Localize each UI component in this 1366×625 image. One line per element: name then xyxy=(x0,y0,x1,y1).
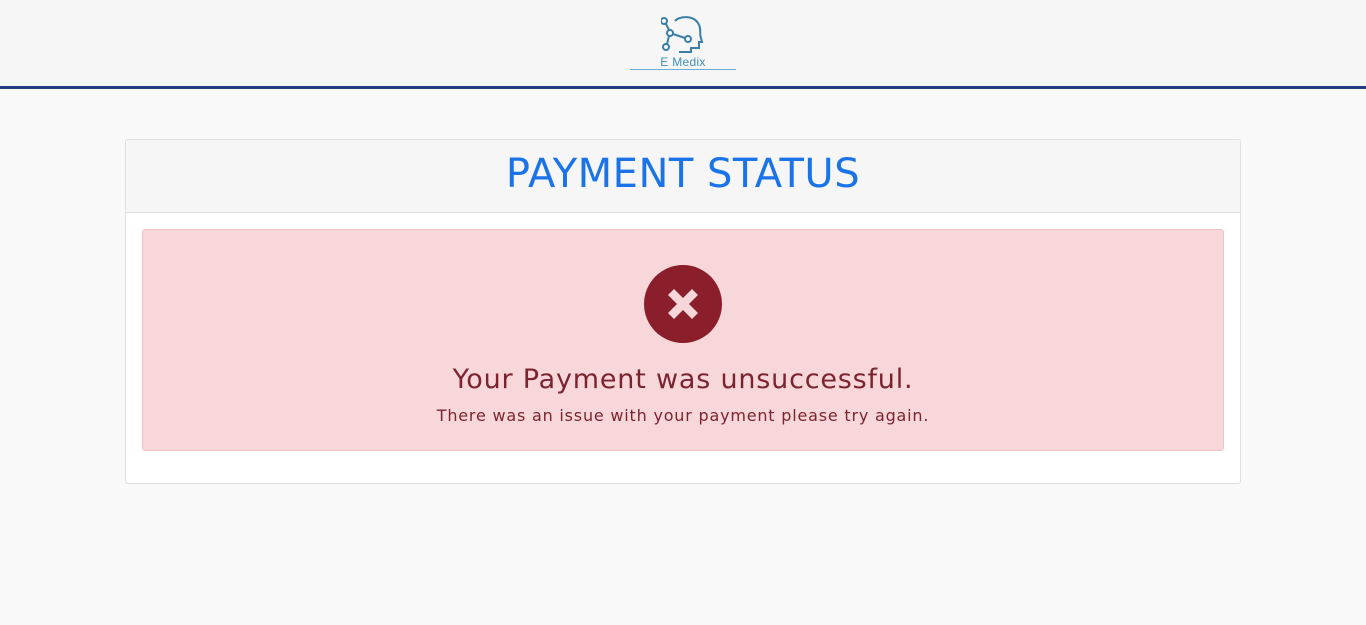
emedix-logo[interactable]: E Medix xyxy=(629,15,737,71)
card-header: PAYMENT STATUS xyxy=(126,140,1240,213)
alert-heading: Your Payment was unsuccessful. xyxy=(452,364,914,395)
alert-message: There was an issue with your payment ple… xyxy=(436,406,930,425)
page-title: PAYMENT STATUS xyxy=(505,151,861,197)
payment-error-alert: Your Payment was unsuccessful. There was… xyxy=(142,229,1224,451)
top-header-bar: E Medix xyxy=(0,0,1366,89)
logo-text: E Medix xyxy=(660,55,706,69)
logo-underline xyxy=(630,69,736,70)
head-network-icon xyxy=(661,16,704,53)
error-x-circle-icon xyxy=(644,265,722,343)
payment-status-card: PAYMENT STATUS Your Payment was unsucces… xyxy=(125,139,1241,484)
